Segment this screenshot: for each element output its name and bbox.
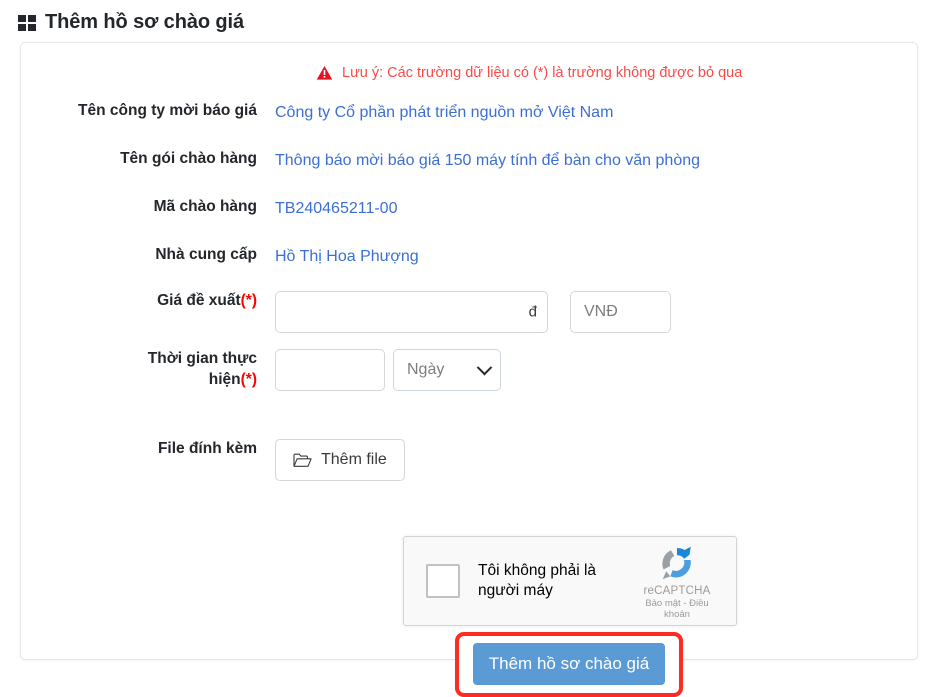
row-code: Mã chào hàng TB240465211-00 xyxy=(21,197,917,220)
recaptcha-brand-name: reCAPTCHA xyxy=(643,584,711,597)
row-supplier: Nhà cung cấp Hồ Thị Hoa Phượng xyxy=(21,245,917,268)
price-unit-box: VNĐ xyxy=(570,291,671,333)
code-value: TB240465211-00 xyxy=(275,200,398,217)
add-file-button-label: Thêm file xyxy=(321,451,387,468)
company-label: Tên công ty mời báo giá xyxy=(78,102,257,119)
add-file-button[interactable]: Thêm file xyxy=(275,439,405,481)
recaptcha-label: Tôi không phải là người máy xyxy=(478,561,597,599)
row-price: Giá đề xuất(*) đ VNĐ xyxy=(21,291,917,333)
row-company: Tên công ty mời báo giá Công ty Cổ phần … xyxy=(21,101,917,124)
required-fields-notice: Lưu ý: Các trường dữ liệu có (*) là trườ… xyxy=(316,65,742,81)
quotation-form-card: Lưu ý: Các trường dữ liệu có (*) là trườ… xyxy=(20,42,918,697)
recaptcha-branding: reCAPTCHA Bảo mật - Điều khoản xyxy=(632,543,722,620)
supplier-value: Hồ Thị Hoa Phượng xyxy=(275,248,419,265)
submit-button[interactable]: Thêm hồ sơ chào giá xyxy=(473,643,665,685)
warning-triangle-icon xyxy=(316,66,333,80)
duration-label-line2: hiện xyxy=(208,370,241,388)
supplier-label: Nhà cung cấp xyxy=(155,246,257,263)
recaptcha-checkbox[interactable] xyxy=(426,564,460,598)
duration-input[interactable] xyxy=(275,349,385,391)
duration-unit-selected: Ngày xyxy=(407,361,445,378)
chevron-down-icon xyxy=(476,359,493,375)
folder-open-icon xyxy=(293,453,312,467)
code-label: Mã chào hàng xyxy=(153,198,257,215)
row-duration: Thời gian thực hiện(*) Ngày xyxy=(21,349,917,391)
page-header: Thêm hồ sơ chào giá xyxy=(0,0,938,33)
package-value: Thông báo mời báo giá 150 máy tính để bà… xyxy=(275,152,701,169)
page-title: Thêm hồ sơ chào giá xyxy=(45,10,245,33)
row-attachment: File đính kèm Thêm file xyxy=(21,439,917,481)
company-value: Công ty Cổ phần phát triển nguồn mở Việt… xyxy=(275,104,614,121)
notice-text: Lưu ý: Các trường dữ liệu có (*) là trườ… xyxy=(342,65,743,81)
duration-unit-select[interactable]: Ngày xyxy=(393,349,501,391)
price-input[interactable] xyxy=(275,291,548,333)
package-label: Tên gói chào hàng xyxy=(120,150,257,167)
grid-icon xyxy=(18,14,36,31)
duration-label-line1: Thời gian thực xyxy=(147,350,257,367)
attachment-label: File đính kèm xyxy=(157,440,257,457)
duration-label: Thời gian thực hiện(*) xyxy=(21,349,275,391)
price-label: Giá đề xuất(*) xyxy=(21,291,275,312)
price-input-wrap: đ xyxy=(275,291,548,333)
recaptcha-logo-icon xyxy=(662,546,691,579)
recaptcha-widget[interactable]: Tôi không phải là người máy reCAPTCHA Bả… xyxy=(403,536,737,626)
duration-required-mark: (*) xyxy=(240,370,257,388)
price-label-text: Giá đề xuất xyxy=(157,292,241,309)
price-required-mark: (*) xyxy=(240,292,257,309)
row-package: Tên gói chào hàng Thông báo mời báo giá … xyxy=(21,149,917,172)
recaptcha-terms-link[interactable]: Bảo mật - Điều khoản xyxy=(632,598,722,620)
